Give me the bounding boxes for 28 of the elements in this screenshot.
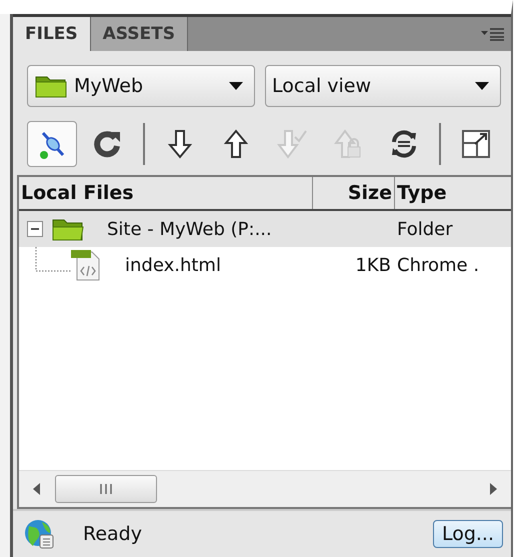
collapse-icon[interactable] (27, 221, 43, 237)
file-row[interactable]: Site - MyWeb (P:... Folder (19, 211, 511, 247)
down-arrow-check-icon (275, 127, 309, 161)
column-header[interactable]: Type (395, 177, 511, 209)
scroll-right-icon[interactable] (489, 483, 497, 495)
caret-icon (474, 81, 490, 91)
file-type: Folder (397, 218, 453, 240)
status-text: Ready (83, 523, 142, 545)
caret-icon (228, 81, 244, 91)
horizontal-scrollbar[interactable] (19, 470, 511, 507)
column-header[interactable]: Size (313, 177, 395, 209)
panel-menu-icon[interactable] (481, 27, 505, 41)
panel-tab[interactable]: ASSETS (90, 17, 188, 51)
view-dropdown[interactable]: Local view (265, 65, 501, 107)
file-name: Site - MyWeb (P:... (107, 218, 272, 240)
file-size: 1KB (355, 254, 391, 276)
panel-tab[interactable]: FILES (13, 17, 91, 51)
connect-button[interactable] (27, 121, 77, 167)
grip-icon (99, 484, 113, 494)
log-button[interactable]: Log... (432, 520, 503, 548)
file-type: Chrome . (397, 254, 480, 276)
file-row[interactable]: index.html 1KB Chrome . (19, 247, 511, 283)
file-name: index.html (125, 254, 221, 276)
site-dropdown[interactable]: MyWeb (27, 65, 255, 107)
expand-icon (459, 127, 493, 161)
scroll-left-icon[interactable] (33, 483, 41, 495)
column-header[interactable]: Local Files (19, 177, 313, 209)
globe-icon (23, 518, 55, 550)
